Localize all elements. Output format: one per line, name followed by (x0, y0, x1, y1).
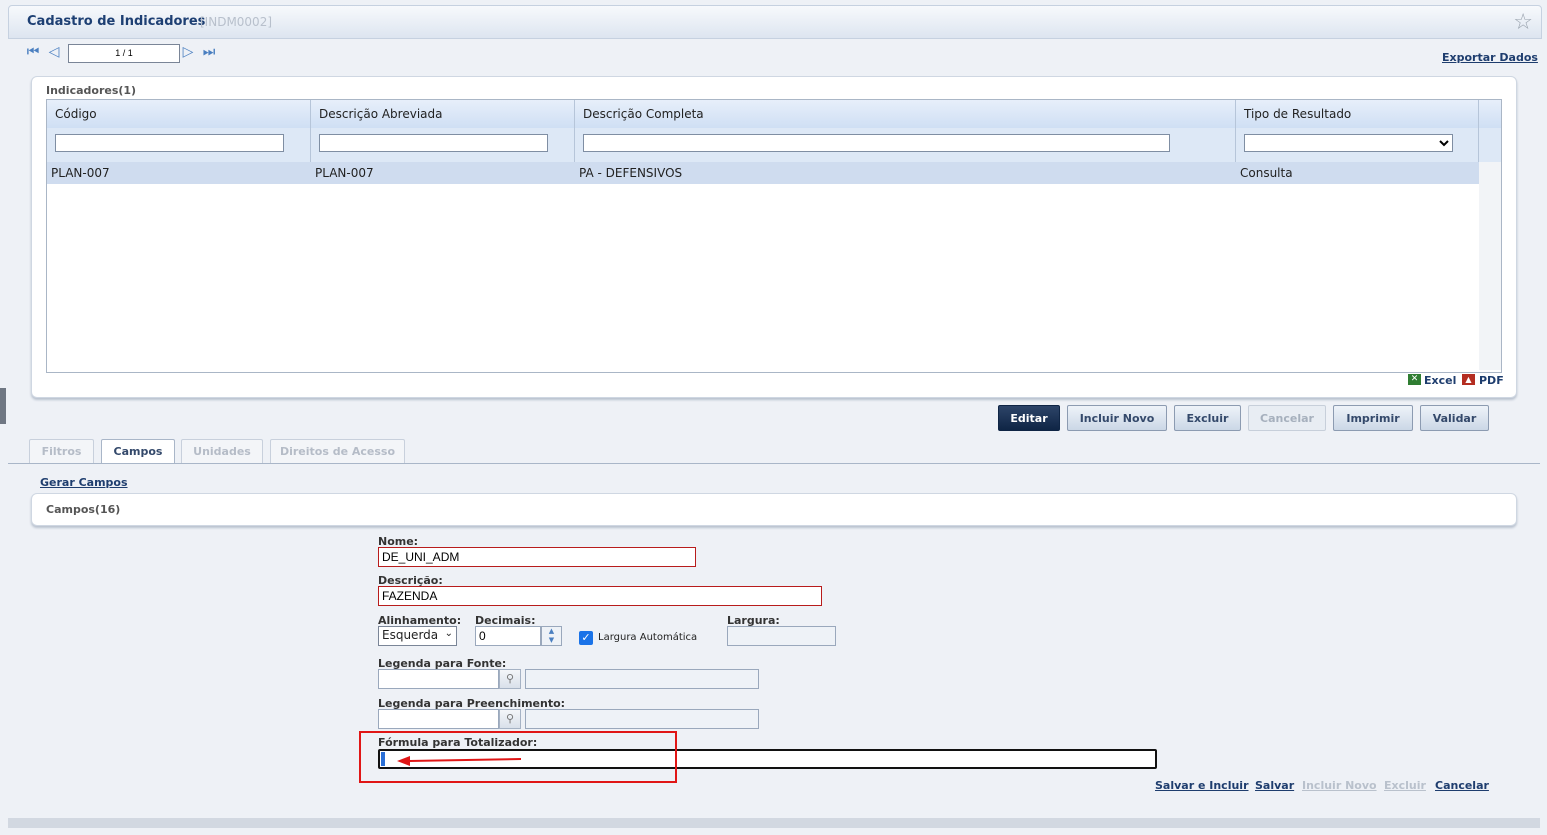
pdf-icon: ▲ (1462, 374, 1475, 385)
excel-export-link[interactable]: Excel (1424, 374, 1456, 387)
grid-scrollbar[interactable] (1479, 162, 1501, 370)
legenda-fonte-description (525, 669, 759, 689)
search-icon[interactable]: ⚲ (499, 669, 521, 689)
largura-input[interactable] (727, 626, 836, 646)
filter-spacer (1479, 128, 1501, 162)
descricao-input[interactable] (378, 586, 822, 606)
tab-direitos-de-acesso[interactable]: Direitos de Acesso (270, 439, 405, 463)
page-title: Cadastro de Indicadores (27, 14, 206, 29)
page-code: [INDM0002] (200, 15, 273, 29)
decimais-stepper[interactable]: ▲ ▼ (541, 626, 562, 646)
search-icon[interactable]: ⚲ (499, 709, 521, 729)
tab-campos[interactable]: Campos (101, 439, 175, 464)
decimais-input[interactable] (475, 626, 541, 646)
add-new-button[interactable]: Incluir Novo (1067, 405, 1167, 431)
filter-cell-descricao-abreviada (311, 128, 575, 162)
side-collapse-handle[interactable] (0, 388, 6, 424)
filter-descricao-abreviada-input[interactable] (319, 134, 548, 152)
add-new-link[interactable]: Incluir Novo (1302, 779, 1377, 792)
print-button[interactable]: Imprimir (1333, 405, 1413, 431)
cancel-button[interactable]: Cancelar (1248, 405, 1326, 431)
previous-page-icon[interactable]: ◁ (47, 44, 61, 60)
nome-input[interactable] (378, 547, 696, 567)
filter-cell-codigo (47, 128, 311, 162)
cell-descricao-completa: PA - DEFENSIVOS (579, 166, 683, 180)
fields-panel[interactable]: Campos(16) (31, 493, 1517, 526)
column-header-descricao-abreviada[interactable]: Descrição Abreviada (311, 100, 575, 128)
largura-automatica-label: Largura Automática (598, 632, 698, 643)
bottom-border (8, 818, 1540, 828)
fields-panel-title: Campos(16) (46, 503, 121, 516)
pdf-export-link[interactable]: PDF (1479, 374, 1504, 387)
cell-codigo: PLAN-007 (51, 166, 110, 180)
generate-fields-link[interactable]: Gerar Campos (40, 476, 128, 489)
pager-input[interactable] (68, 44, 180, 63)
legenda-preenchimento-description (525, 709, 759, 729)
filter-tipo-resultado-select[interactable] (1244, 134, 1453, 152)
delete-button[interactable]: Excluir (1174, 405, 1241, 431)
title-bar: Cadastro de Indicadores [INDM0002] ☆ (8, 5, 1542, 39)
first-page-icon[interactable]: ⏮ (26, 44, 40, 60)
filter-cell-descricao-completa (575, 128, 1236, 162)
tab-divider (8, 463, 1540, 464)
save-and-add-link[interactable]: Salvar e Incluir (1155, 779, 1249, 792)
legenda-preenchimento-input[interactable] (378, 709, 499, 729)
column-header-descricao-completa[interactable]: Descrição Completa (575, 100, 1236, 128)
filter-codigo-input[interactable] (55, 134, 284, 152)
last-page-icon[interactable]: ⏭ (202, 44, 216, 60)
export-data-link[interactable]: Exportar Dados (1442, 51, 1538, 64)
delete-link[interactable]: Excluir (1384, 779, 1426, 792)
grid-header-spacer (1479, 100, 1501, 128)
validate-button[interactable]: Validar (1420, 405, 1489, 431)
largura-automatica-checkbox[interactable]: ✓ (579, 631, 593, 645)
filter-cell-tipo-resultado (1236, 128, 1479, 162)
next-page-icon[interactable]: ▷ (181, 44, 195, 60)
highlight-box-annotation (359, 731, 677, 783)
table-row[interactable]: PLAN-007 PLAN-007 PA - DEFENSIVOS Consul… (47, 162, 1479, 184)
chevron-down-icon: ⌄ (444, 628, 453, 639)
favorite-star-icon[interactable]: ☆ (1513, 10, 1533, 35)
cancel-link[interactable]: Cancelar (1435, 779, 1489, 792)
tab-filtros[interactable]: Filtros (29, 439, 94, 463)
alinhamento-select[interactable]: Esquerda ⌄ (378, 626, 457, 646)
legenda-fonte-input[interactable] (378, 669, 499, 689)
edit-button[interactable]: Editar (998, 405, 1060, 431)
tab-unidades[interactable]: Unidades (181, 439, 263, 463)
grid-title: Indicadores(1) (46, 84, 137, 97)
cell-descricao-abreviada: PLAN-007 (315, 166, 374, 180)
alinhamento-value: Esquerda (382, 628, 439, 642)
indicators-grid: Código Descrição Abreviada Descrição Com… (46, 99, 1502, 373)
cell-tipo-resultado: Consulta (1240, 166, 1293, 180)
column-header-tipo-resultado[interactable]: Tipo de Resultado (1236, 100, 1479, 128)
save-link[interactable]: Salvar (1255, 779, 1294, 792)
excel-icon: ✕ (1408, 374, 1421, 385)
column-header-codigo[interactable]: Código (47, 100, 311, 128)
filter-descricao-completa-input[interactable] (583, 134, 1170, 152)
